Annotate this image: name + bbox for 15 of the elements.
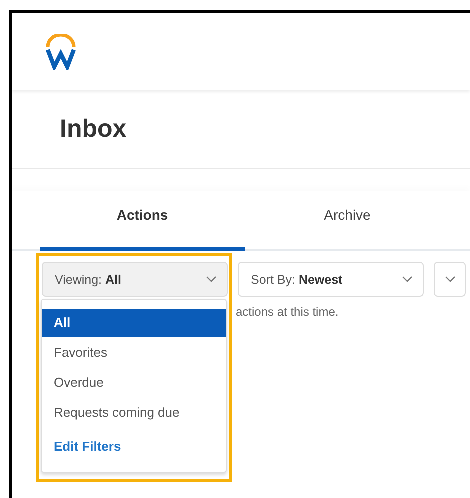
edit-filters-link[interactable]: Edit Filters [54, 439, 122, 454]
logo-icon[interactable] [45, 34, 77, 70]
viewing-dropdown[interactable]: Viewing: All [42, 262, 228, 297]
tab[interactable]: Archive [245, 191, 450, 251]
menu-item[interactable]: All [42, 309, 226, 337]
page-title: Inbox [60, 114, 127, 144]
sort-dropdown[interactable]: Sort By: Newest [238, 262, 424, 297]
menu-item[interactable]: Overdue [42, 369, 226, 397]
menu-item[interactable]: Favorites [42, 339, 226, 367]
chevron-down-icon [402, 276, 413, 283]
chevron-down-icon [444, 276, 456, 283]
empty-message: actions at this time. [236, 305, 340, 319]
menu-item[interactable]: Requests coming due [42, 399, 226, 427]
tab[interactable]: Actions [40, 191, 245, 251]
chevron-down-icon [206, 276, 217, 283]
